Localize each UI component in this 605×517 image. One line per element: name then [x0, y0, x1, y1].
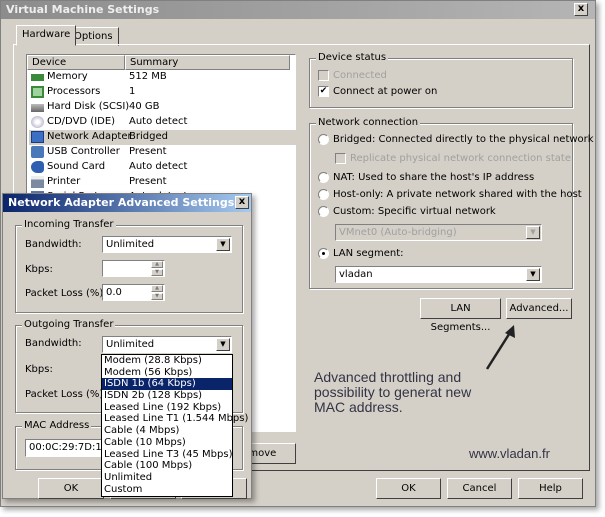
bandwidth-option[interactable]: Leased Line (192 Kbps) — [102, 402, 232, 414]
connected-label: Connected — [333, 70, 387, 81]
incoming-bandwidth-select[interactable]: Unlimited ▼ — [102, 236, 232, 253]
advanced-ok-button[interactable]: OK — [38, 478, 104, 499]
host-only-radio[interactable] — [318, 189, 329, 200]
device-row-printer[interactable]: Printer Present — [29, 175, 299, 190]
main-title-bar: Virtual Machine Settings — [1, 1, 595, 19]
spin-down-icon[interactable]: ▼ — [151, 293, 163, 300]
annotation-text: Advanced throttling and possibility to g… — [314, 369, 472, 415]
hard-disk-icon — [31, 104, 44, 112]
bandwidth-option[interactable]: Leased Line T1 (1.544 Mbps) — [102, 413, 248, 425]
bandwidth-option[interactable]: Cable (10 Mbps) — [102, 437, 232, 449]
spin-down-icon[interactable]: ▼ — [151, 269, 163, 276]
network-adapter-icon — [31, 131, 44, 143]
annotation-arrow — [485, 325, 515, 370]
advanced-title-bar: Network Adapter Advanced Settings — [3, 194, 251, 212]
outgoing-bandwidth-select[interactable]: Unlimited ▼ — [102, 336, 232, 353]
lan-segments-button[interactable]: LAN Segments... — [420, 298, 501, 333]
tab-hardware-label: Hardware — [22, 29, 71, 40]
custom-network-select[interactable]: VMnet0 (Auto-bridging) ▼ — [335, 224, 542, 241]
device-row-cd-dvd[interactable]: CD/DVD (IDE) Auto detect — [29, 115, 299, 130]
custom-radio[interactable] — [318, 206, 329, 217]
incoming-transfer-group: Incoming Transfer Bandwidth: Unlimited ▼… — [15, 219, 243, 313]
bandwidth-option[interactable]: Leased Line T3 (45 Mbps) — [102, 449, 232, 461]
device-row-processors[interactable]: Processors 1 — [29, 85, 299, 100]
bridged-label: Bridged: Connected directly to the physi… — [333, 134, 594, 145]
column-header-device[interactable]: Device — [27, 55, 125, 70]
printer-icon — [31, 176, 44, 188]
advanced-close-button[interactable]: x — [235, 196, 249, 209]
device-status-label: Device status — [316, 52, 389, 63]
bandwidth-option[interactable]: Modem (28.8 Kbps) — [102, 355, 232, 367]
replicate-label: Replicate physical network connection st… — [350, 153, 572, 164]
device-row-memory[interactable]: Memory 512 MB — [29, 70, 299, 85]
device-row-usb-controller[interactable]: USB Controller Present — [29, 145, 299, 160]
lan-segment-label: LAN segment: — [333, 248, 404, 259]
mac-address-label: MAC Address — [22, 420, 92, 431]
outgoing-kbps-label: Kbps: — [25, 364, 53, 375]
main-help-button[interactable]: Help — [518, 478, 583, 499]
connect-at-power-on-checkbox[interactable]: ✔ — [318, 86, 329, 97]
chevron-down-icon: ▼ — [526, 226, 540, 239]
chevron-down-icon: ▼ — [526, 268, 540, 281]
lan-segment-radio[interactable] — [318, 248, 329, 259]
incoming-bandwidth-label: Bandwidth: — [25, 239, 82, 250]
device-row-sound-card[interactable]: Sound Card Auto detect — [29, 160, 299, 175]
spin-up-icon[interactable]: ▲ — [151, 261, 163, 268]
host-only-label: Host-only: A private network shared with… — [333, 189, 582, 200]
bandwidth-option[interactable]: Cable (4 Mbps) — [102, 425, 232, 437]
main-dialog-title: Virtual Machine Settings — [6, 3, 160, 16]
device-status-group: Device status Connected ✔ Connect at pow… — [309, 52, 573, 108]
usb-icon — [31, 146, 44, 158]
close-icon: x — [577, 3, 585, 14]
memory-icon — [31, 74, 44, 81]
column-header-summary[interactable]: Summary — [125, 55, 290, 70]
outgoing-packet-loss-label: Packet Loss (%): — [25, 389, 107, 400]
custom-label: Custom: Specific virtual network — [333, 206, 496, 217]
main-cancel-button[interactable]: Cancel — [447, 478, 512, 499]
advanced-dialog-title: Network Adapter Advanced Settings — [8, 196, 235, 209]
bandwidth-option[interactable]: ISDN 2b (128 Kbps) — [102, 390, 232, 402]
incoming-packet-loss-stepper[interactable]: 0.0 ▲ ▼ — [102, 284, 165, 301]
lan-segment-select[interactable]: vladan ▼ — [335, 266, 542, 283]
device-row-network-adapter[interactable]: Network Adapter Bridged — [29, 130, 299, 145]
bandwidth-option[interactable]: Custom — [102, 484, 232, 496]
replicate-checkbox[interactable] — [335, 153, 346, 164]
nat-radio[interactable] — [318, 172, 329, 183]
chevron-down-icon: ▼ — [216, 238, 230, 251]
nat-label: NAT: Used to share the host's IP address — [333, 172, 535, 183]
incoming-packet-loss-label: Packet Loss (%): — [25, 288, 107, 299]
connected-checkbox[interactable] — [318, 70, 329, 81]
incoming-transfer-label: Incoming Transfer — [22, 219, 116, 230]
incoming-kbps-stepper[interactable]: ▲ ▼ — [102, 260, 165, 277]
close-icon: x — [238, 196, 246, 207]
network-connection-group: Network connection Bridged: Connected di… — [309, 117, 594, 289]
bandwidth-option[interactable]: Modem (56 Kbps) — [102, 367, 232, 379]
bandwidth-option[interactable]: Cable (100 Mbps) — [102, 460, 232, 472]
sound-card-icon — [31, 161, 44, 173]
processor-icon — [31, 86, 44, 98]
chevron-down-icon: ▼ — [216, 338, 230, 351]
device-row-hard-disk[interactable]: Hard Disk (SCSI) 40 GB — [29, 100, 299, 115]
cd-dvd-icon — [31, 116, 44, 128]
website-credit: www.vladan.fr — [469, 446, 550, 461]
bridged-radio[interactable] — [318, 134, 329, 145]
outgoing-transfer-label: Outgoing Transfer — [22, 319, 116, 330]
spin-up-icon[interactable]: ▲ — [151, 285, 163, 292]
advanced-button[interactable]: Advanced... — [506, 298, 572, 319]
main-ok-button[interactable]: OK — [376, 478, 441, 499]
incoming-kbps-label: Kbps: — [25, 264, 53, 275]
bandwidth-option[interactable]: Unlimited — [102, 472, 232, 484]
tab-options-label: Options — [74, 31, 113, 42]
network-adapter-advanced-dialog: Network Adapter Advanced Settings x Inco… — [2, 193, 252, 499]
network-connection-label: Network connection — [316, 117, 421, 128]
tab-hardware[interactable]: Hardware — [16, 25, 77, 46]
outgoing-bandwidth-label: Bandwidth: — [25, 338, 82, 349]
connect-at-power-on-label: Connect at power on — [333, 86, 438, 97]
main-close-button[interactable]: x — [574, 3, 588, 16]
bandwidth-option[interactable]: ISDN 1b (64 Kbps) — [102, 378, 232, 391]
outgoing-bandwidth-dropdown[interactable]: Modem (28.8 Kbps) Modem (56 Kbps) ISDN 1b … — [101, 354, 248, 497]
